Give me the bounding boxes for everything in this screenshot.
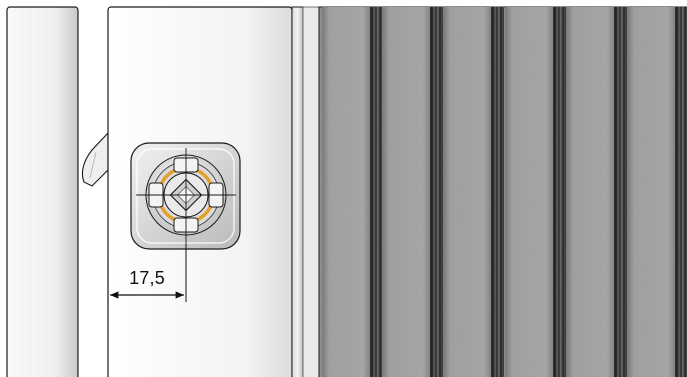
rib-texture — [627, 7, 675, 377]
cabinet-diagram: 17,5 — [0, 0, 687, 377]
rib-texture — [443, 7, 491, 377]
rib-texture — [382, 7, 430, 377]
rib-texture — [505, 7, 553, 377]
left-panel-edge — [6, 6, 79, 377]
dimension-label: 17,5 — [129, 268, 165, 288]
quarter-turn-lock — [130, 142, 241, 250]
door-edge-band — [291, 6, 320, 377]
rib-texture — [566, 7, 614, 377]
rib-texture — [322, 7, 370, 377]
hinge-tab — [81, 131, 109, 187]
ribbed-side-panel — [318, 6, 687, 377]
